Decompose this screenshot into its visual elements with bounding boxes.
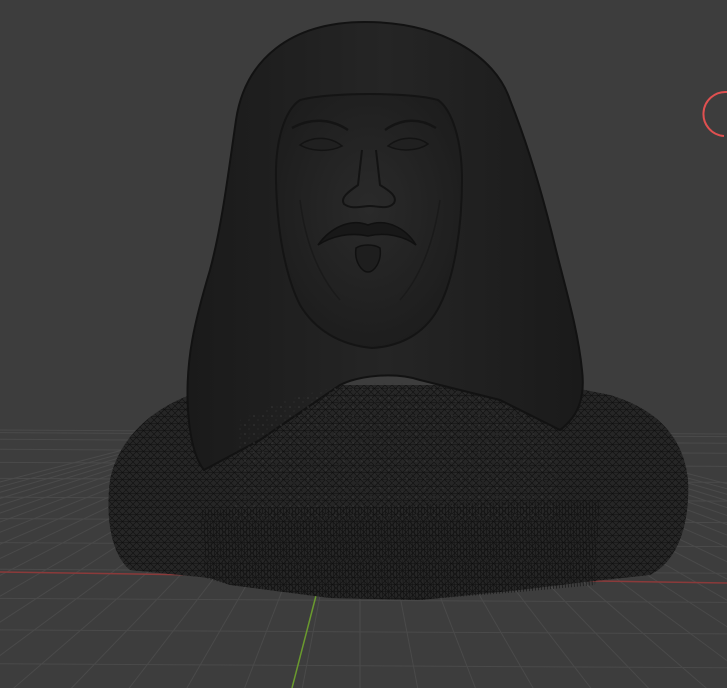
navigation-gizmo-icon[interactable]: [702, 90, 727, 137]
grid-line: [0, 629, 727, 635]
grid-line: [0, 663, 727, 669]
bust-model[interactable]: [108, 20, 689, 600]
grid-line: [0, 597, 727, 603]
viewport-canvas[interactable]: [0, 0, 727, 688]
3d-viewport[interactable]: [0, 0, 727, 688]
